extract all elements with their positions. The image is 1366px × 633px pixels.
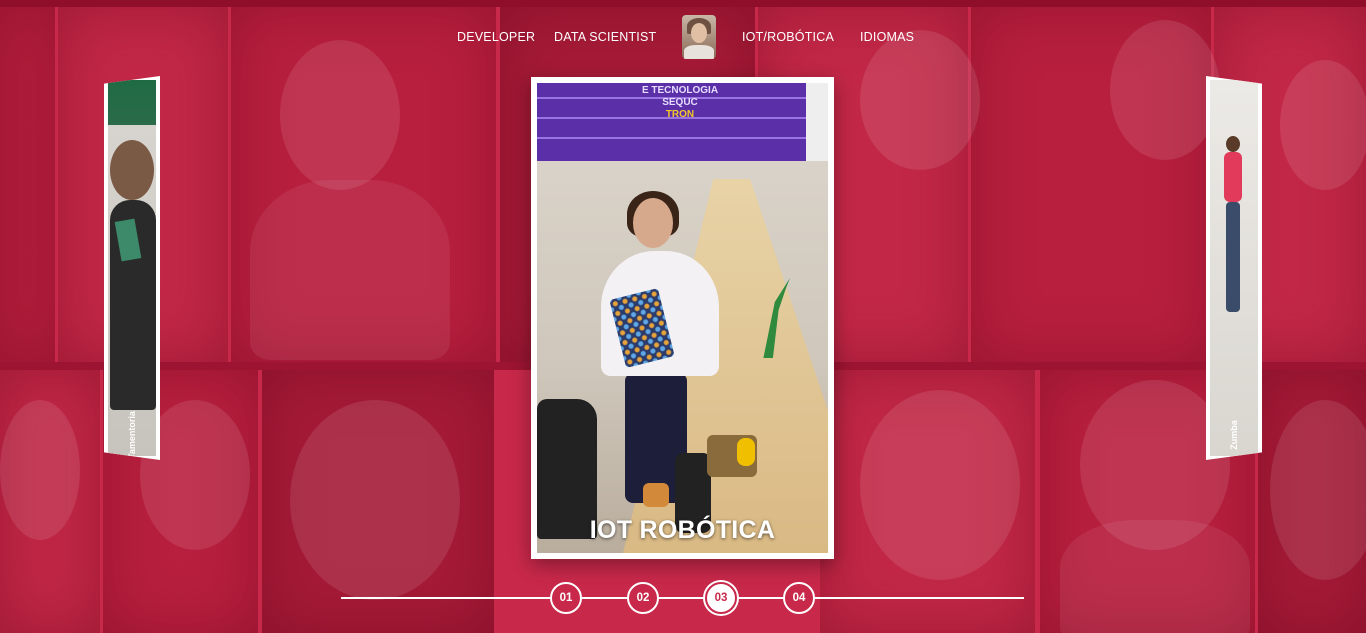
- avatar[interactable]: [682, 15, 716, 59]
- pager-line: [341, 597, 1024, 599]
- slide-next-caption: Zumba: [1229, 420, 1239, 450]
- slide-prev-photo: Tamentoria: [108, 80, 156, 456]
- slide-current-card[interactable]: E TECNOLOGIA SEQUC TRON IOT ROBÓTICA: [531, 77, 834, 559]
- avatar-shirt: [684, 45, 714, 59]
- top-nav: DEVELOPER DATA SCIENTIST IOT/ROBÓTICA ID…: [0, 14, 1366, 60]
- nav-developer[interactable]: DEVELOPER: [457, 30, 535, 44]
- photo-sign: E TECNOLOGIA SEQUC TRON: [641, 85, 719, 120]
- bg-face: [280, 40, 400, 190]
- pager-dot-04[interactable]: 04: [783, 582, 815, 614]
- slide-next-photo: Zumba: [1210, 80, 1258, 456]
- nav-data-scientist[interactable]: DATA SCIENTIST: [554, 30, 656, 44]
- top-strip: [0, 0, 1366, 7]
- pager-dot-01[interactable]: 01: [550, 582, 582, 614]
- bg-figure: [1060, 520, 1250, 633]
- bg-face: [860, 390, 1020, 580]
- bg-figure: [250, 180, 450, 360]
- slide-prev-caption: Tamentoria: [127, 411, 137, 456]
- pager-dot-02[interactable]: 02: [627, 582, 659, 614]
- bg-face: [1280, 60, 1366, 190]
- person-face: [633, 198, 673, 248]
- slide-prev-card[interactable]: Tamentoria: [104, 76, 160, 460]
- avatar-face: [691, 23, 707, 43]
- nav-iot-robotica[interactable]: IOT/ROBÓTICA: [742, 30, 834, 44]
- bg-face: [0, 400, 80, 540]
- bg-face: [290, 400, 460, 600]
- slide-pager: 01 02 03 04: [341, 580, 1024, 616]
- slide-current-photo: E TECNOLOGIA SEQUC TRON IOT ROBÓTICA: [537, 83, 828, 553]
- slide-title: IOT ROBÓTICA: [589, 516, 776, 544]
- nav-idiomas[interactable]: IDIOMAS: [860, 30, 914, 44]
- bg-photo-tile: [0, 7, 55, 362]
- pager-dot-03[interactable]: 03: [705, 582, 737, 614]
- slide-next-card[interactable]: Zumba: [1206, 76, 1262, 460]
